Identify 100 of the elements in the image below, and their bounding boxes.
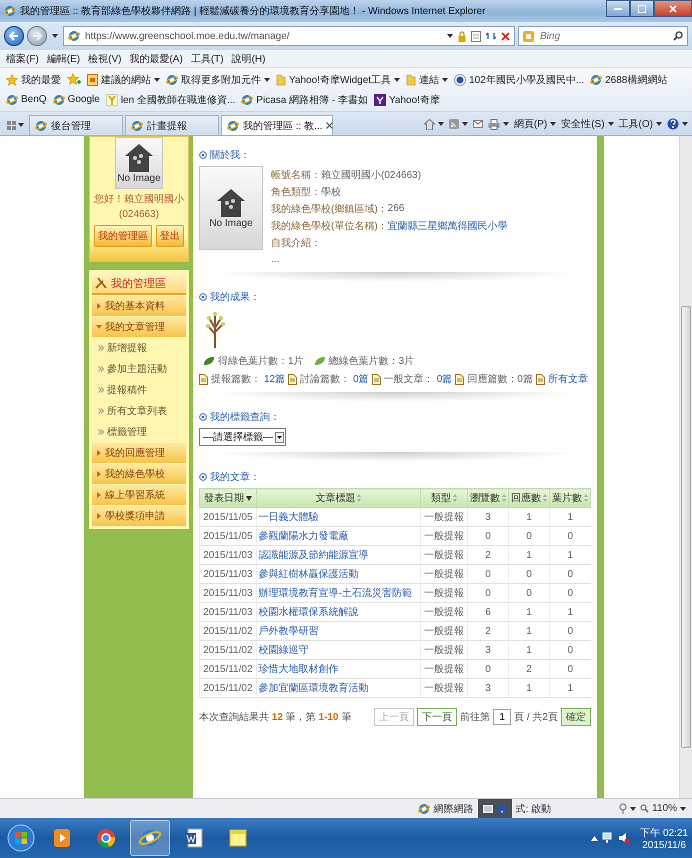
table-cell: 1 xyxy=(550,546,590,564)
caret-icon xyxy=(680,806,686,810)
caret-icon xyxy=(462,122,468,126)
menu-item[interactable]: 我的最愛(A) xyxy=(129,52,183,66)
column-header[interactable]: 文章標題 xyxy=(256,488,420,508)
menu-item[interactable]: 說明(H) xyxy=(232,52,266,66)
sidebar-subitem[interactable]: 提報稿件 xyxy=(92,380,186,400)
sidebar-item[interactable]: 線上學習系統 xyxy=(92,485,186,505)
scrollbar-thumb[interactable] xyxy=(681,306,691,748)
field-link[interactable]: 宜蘭縣三星鄉萬得國民小學 xyxy=(388,218,508,232)
article-link[interactable]: 參加宜蘭區環境教育活動 xyxy=(258,683,369,694)
home-icon xyxy=(424,118,435,130)
favorites-link[interactable]: 建議的網站 xyxy=(87,70,160,88)
favorites-link[interactable]: 102年國民小學及國民中... xyxy=(454,70,584,88)
stop-icon[interactable] xyxy=(501,32,510,40)
table-cell: 1 xyxy=(550,678,590,698)
menu-item[interactable]: 檢視(V) xyxy=(88,52,122,66)
column-header[interactable]: 瀏覽數 xyxy=(468,488,508,508)
column-header[interactable]: 回應數 xyxy=(508,488,550,508)
menu-item[interactable]: 編輯(E) xyxy=(46,52,80,66)
sidebar-item[interactable]: 我的回應管理 xyxy=(92,443,186,463)
column-header[interactable]: 類型 xyxy=(420,488,468,508)
menu-item[interactable]: 檔案(F) xyxy=(6,52,39,66)
profile-button[interactable]: 登出 xyxy=(156,225,184,247)
sidebar-item[interactable]: 我的文章管理 xyxy=(92,317,186,337)
browser-tab[interactable]: 我的管理區 :: 教... xyxy=(221,115,333,135)
favorites-link[interactable]: 2688構網網站 xyxy=(590,70,668,88)
close-button[interactable] xyxy=(654,0,692,17)
print-button[interactable] xyxy=(488,118,509,130)
favorites-link[interactable]: BenQ xyxy=(6,90,47,108)
scrollbar[interactable] xyxy=(679,136,692,798)
article-link[interactable]: 校園綠巡守 xyxy=(258,645,309,656)
article-link[interactable]: 戶外教學研習 xyxy=(258,626,319,637)
stat-link[interactable]: 0篇 xyxy=(353,372,369,386)
favorites-link[interactable]: Google xyxy=(52,90,100,108)
favorites-link[interactable]: len 全國教師在職進修資... xyxy=(106,90,236,108)
article-link[interactable]: 一日義大體驗 xyxy=(258,512,319,523)
favorites-link[interactable]: Picasa 網路相簿 - 李書如 xyxy=(241,90,368,108)
favorites-link[interactable]: 取得更多附加元件 xyxy=(166,70,270,88)
folder-icon xyxy=(276,74,286,86)
zoom-button[interactable]: 110% xyxy=(640,803,686,814)
favorites-link[interactable]: Yahoo!奇摩 xyxy=(374,90,440,108)
favorites-folder[interactable]: 連結 xyxy=(406,70,448,88)
browser-tab[interactable]: 計畫提報 xyxy=(125,115,219,135)
sidebar-subitem[interactable]: 參加主題活動 xyxy=(92,359,186,379)
article-link[interactable]: 參觀蘭陽水力發電廠 xyxy=(258,531,349,542)
browser-icon xyxy=(139,827,161,849)
sidebar-subitem[interactable]: 標籤管理 xyxy=(92,422,186,442)
command-menu[interactable]: 安全性(S) xyxy=(561,117,614,131)
sidebar-subitem[interactable]: 新增提報 xyxy=(92,338,186,358)
sidebar-item[interactable]: 我的基本資料 xyxy=(92,296,186,316)
home-button[interactable] xyxy=(424,118,444,130)
favorites-link[interactable]: 我的最愛 xyxy=(6,70,61,88)
browser-tab[interactable]: 後台管理 xyxy=(29,115,123,135)
compatibility-view-icon[interactable] xyxy=(471,30,481,42)
close-icon[interactable] xyxy=(326,122,334,129)
column-header[interactable]: 葉片數 xyxy=(550,488,590,508)
help-button[interactable] xyxy=(667,118,688,130)
network-icon[interactable] xyxy=(602,832,614,844)
confirm-button[interactable]: 確定 xyxy=(561,708,591,726)
lock-icon[interactable] xyxy=(458,30,466,42)
article-link[interactable]: 認識能源及節約能源宣導 xyxy=(258,550,369,561)
tag-select[interactable]: —請選擇標籤— xyxy=(199,428,286,446)
volume-icon[interactable] xyxy=(618,832,630,844)
stat-link[interactable]: 0篇 xyxy=(436,372,452,386)
column-header[interactable]: 發表日期 xyxy=(200,488,256,508)
table-cell: 0 xyxy=(508,584,550,602)
refresh-icon[interactable] xyxy=(486,31,496,41)
article-link[interactable]: 珍惜大地取材創作 xyxy=(258,664,339,675)
menu-item[interactable]: 工具(T) xyxy=(190,52,224,66)
stat-link[interactable]: 所有文章 xyxy=(548,372,588,386)
page-input[interactable]: 1 xyxy=(493,709,512,725)
feeds-button[interactable] xyxy=(448,119,468,129)
history-dropdown-button[interactable] xyxy=(50,32,60,40)
article-link[interactable]: 參與紅樹林贏保護活動 xyxy=(258,569,359,580)
command-menu[interactable]: 工具(O) xyxy=(618,117,662,131)
command-menu[interactable]: 網頁(P) xyxy=(514,117,556,131)
maximize-button[interactable] xyxy=(630,0,654,17)
sidebar-item[interactable]: 學校獎項申請 xyxy=(92,506,186,526)
next-page-button[interactable]: 下一頁 xyxy=(417,708,458,726)
search-icon[interactable] xyxy=(673,31,683,41)
sidebar-item[interactable]: 我的綠色學校 xyxy=(92,464,186,484)
mail-button[interactable] xyxy=(472,119,483,129)
stat-link[interactable]: 12篇 xyxy=(264,372,286,386)
show-hidden-icon[interactable] xyxy=(591,836,598,840)
table-cell: 0 xyxy=(468,564,508,584)
back-button[interactable] xyxy=(4,26,24,46)
table-cell: 1 xyxy=(550,602,590,622)
article-link[interactable]: 校園水權環保系統解說 xyxy=(258,607,359,618)
address-field[interactable]: https://www.greenschool.moe.edu.tw/manage/ xyxy=(63,26,515,46)
accelerator-button[interactable] xyxy=(619,803,636,814)
forward-button[interactable] xyxy=(27,26,47,46)
minimize-button[interactable] xyxy=(606,0,630,17)
profile-button[interactable]: 我的管理區 xyxy=(94,225,152,247)
favorites-folder[interactable]: Yahoo!奇摩Widget工具 xyxy=(276,70,400,88)
search-field[interactable]: Bing xyxy=(518,26,688,46)
document-icon xyxy=(183,827,205,849)
sidebar-subitem[interactable]: 所有文章列表 xyxy=(92,401,186,421)
ie-button[interactable] xyxy=(130,820,170,856)
article-link[interactable]: 辦理環境教育宣導-土石流災害防範 xyxy=(258,588,412,599)
